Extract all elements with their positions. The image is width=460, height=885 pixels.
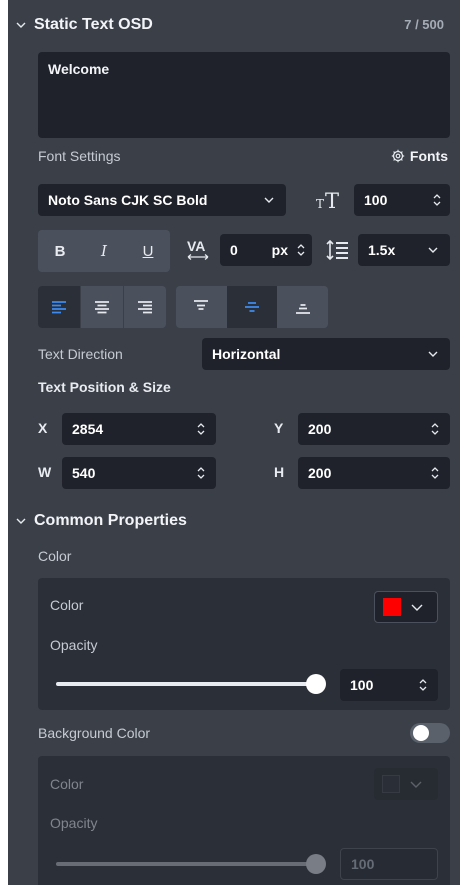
section-title: Static Text OSD — [34, 16, 153, 33]
font-size-value: 100 — [364, 192, 388, 208]
h-label: H — [274, 464, 285, 480]
opacity-slider[interactable] — [56, 674, 326, 694]
y-value: 200 — [308, 421, 332, 437]
bold-button[interactable]: B — [38, 230, 82, 272]
x-input[interactable]: 2854 — [62, 413, 216, 445]
gear-icon — [391, 149, 405, 163]
opacity-label: Opacity — [50, 637, 98, 653]
background-color-box: Color Opacity 100 — [38, 756, 450, 885]
fonts-link-label: Fonts — [409, 148, 448, 164]
bg-color-label: Color — [50, 776, 84, 792]
w-label: W — [38, 464, 52, 480]
opacity-value: 100 — [350, 677, 374, 693]
valign-middle-button[interactable] — [226, 286, 278, 328]
osd-section-header[interactable]: Static Text OSD — [16, 16, 153, 34]
color-swatch — [383, 598, 401, 616]
h-value: 200 — [308, 465, 332, 481]
line-height-icon — [326, 238, 350, 262]
bg-opacity-input[interactable]: 100 — [340, 848, 438, 880]
align-right-button[interactable] — [124, 286, 166, 328]
h-input[interactable]: 200 — [298, 457, 450, 489]
section-title: Common Properties — [34, 512, 187, 529]
chevron-down-icon — [422, 349, 444, 359]
slider-track — [56, 682, 316, 686]
svg-text:VA: VA — [187, 238, 205, 254]
chevron-down-icon — [258, 195, 280, 205]
spinner-icon[interactable] — [424, 457, 446, 489]
svg-text:T: T — [316, 197, 324, 211]
color-box: Color Opacity 100 — [38, 578, 450, 710]
spinner-icon[interactable] — [190, 413, 212, 445]
x-label: X — [38, 420, 48, 436]
w-input[interactable]: 540 — [62, 457, 216, 489]
color-label: Color — [50, 597, 84, 613]
osd-text-input[interactable]: Welcome — [38, 52, 450, 138]
font-settings-label: Font Settings — [38, 148, 121, 164]
letter-spacing-icon: VA — [186, 236, 212, 264]
toggle-knob — [413, 725, 429, 741]
bg-opacity-value: 100 — [351, 856, 375, 872]
spinner-icon[interactable] — [412, 669, 434, 701]
spinner-icon[interactable] — [424, 413, 446, 445]
slider-track — [56, 862, 316, 866]
text-direction-value: Horizontal — [212, 346, 281, 362]
chevron-down-icon — [16, 22, 26, 28]
bg-opacity-slider[interactable] — [56, 854, 326, 874]
chevron-down-icon — [410, 781, 422, 788]
line-height-value: 1.5x — [368, 242, 396, 258]
x-value: 2854 — [72, 421, 104, 437]
valign-middle-icon — [245, 302, 259, 312]
fonts-link[interactable]: Fonts — [391, 148, 448, 164]
y-input[interactable]: 200 — [298, 413, 450, 445]
svg-text:T: T — [325, 189, 339, 213]
underline-button[interactable]: U — [126, 230, 170, 272]
color-swatch — [382, 775, 400, 793]
font-family-value: Noto Sans CJK SC Bold — [48, 192, 208, 208]
color-picker[interactable] — [374, 591, 438, 623]
valign-top-icon — [194, 300, 209, 310]
font-size-icon: TT — [314, 186, 344, 214]
spinner-icon[interactable] — [290, 234, 312, 266]
slider-knob[interactable] — [306, 674, 326, 694]
spinner-icon[interactable] — [426, 184, 448, 216]
chevron-down-icon — [16, 518, 26, 524]
chevron-down-icon — [422, 245, 444, 255]
horizontal-align-group — [38, 286, 166, 328]
align-left-button[interactable] — [38, 286, 80, 328]
font-size-input[interactable]: 100 — [354, 184, 450, 216]
align-right-icon — [138, 301, 152, 314]
letter-spacing-input[interactable]: 0 px — [220, 234, 312, 266]
text-direction-select[interactable]: Horizontal — [202, 338, 450, 370]
valign-bottom-icon — [295, 304, 310, 314]
vertical-align-group — [176, 286, 328, 328]
background-color-toggle[interactable] — [410, 723, 450, 743]
w-value: 540 — [72, 465, 96, 481]
align-center-button[interactable] — [81, 286, 123, 328]
spinner-icon[interactable] — [190, 457, 212, 489]
letter-spacing-value: 0 — [230, 242, 238, 258]
opacity-input[interactable]: 100 — [340, 669, 438, 701]
bg-opacity-label: Opacity — [50, 815, 98, 831]
align-center-icon — [95, 301, 109, 314]
properties-panel: Static Text OSD 7 / 500 Welcome Font Set… — [8, 0, 460, 885]
char-count: 7 / 500 — [404, 17, 444, 32]
text-style-group: B I U — [38, 230, 170, 272]
chevron-down-icon — [411, 604, 423, 611]
valign-top-button[interactable] — [176, 286, 227, 328]
y-label: Y — [274, 420, 284, 436]
letter-spacing-unit: px — [271, 242, 288, 258]
valign-bottom-button[interactable] — [277, 286, 328, 328]
background-color-label: Background Color — [38, 725, 151, 741]
common-section-header[interactable]: Common Properties — [16, 512, 187, 530]
slider-knob[interactable] — [306, 854, 326, 874]
italic-button[interactable]: I — [82, 230, 126, 272]
align-left-icon — [52, 301, 66, 314]
color-section-label: Color — [38, 548, 72, 564]
line-height-select[interactable]: 1.5x — [358, 234, 450, 266]
bg-color-picker[interactable] — [374, 768, 438, 800]
font-family-select[interactable]: Noto Sans CJK SC Bold — [38, 184, 286, 216]
position-size-label: Text Position & Size — [38, 379, 171, 395]
text-direction-label: Text Direction — [38, 346, 123, 362]
